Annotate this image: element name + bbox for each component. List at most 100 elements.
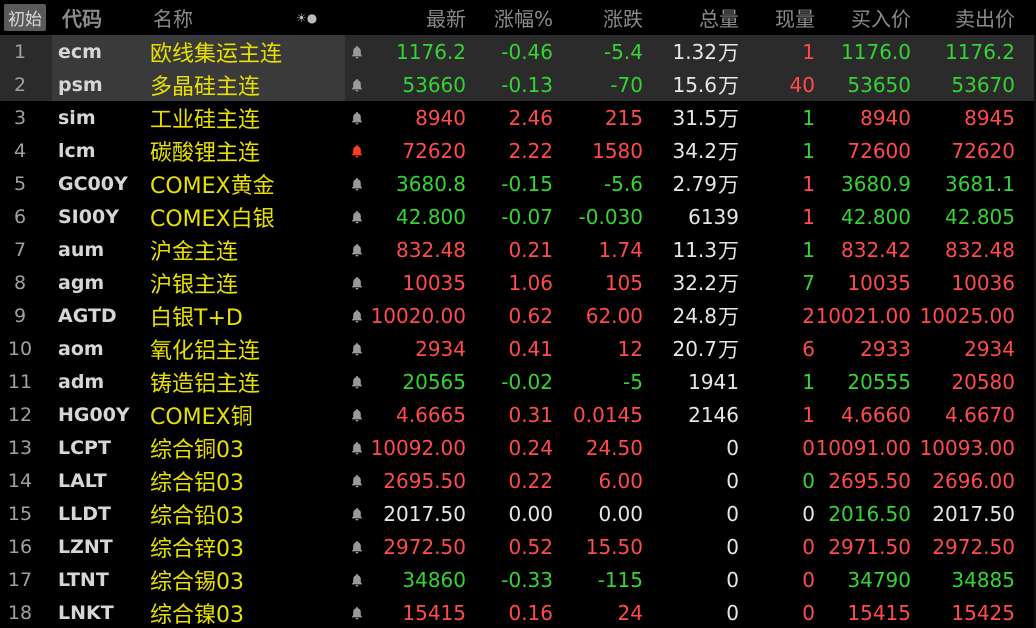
bell-icon[interactable] [346,299,368,332]
table-row[interactable]: 13 LCPT 综合铜03 10092.00 0.24 24.50 0 10091.00 100… [0,431,1036,464]
row-current-volume: 0 [802,534,815,559]
row-total-volume: 0 [645,431,739,464]
row-total-volume: 2146 [645,398,739,431]
row-total-volume-unit: 万 [718,139,739,164]
row-name: 综合铝03 [150,470,244,496]
row-last-price: 8940 [415,105,466,130]
reset-button[interactable]: 初始 [4,4,46,31]
bell-icon[interactable] [346,398,368,431]
row-bid-price: 2971.50 [828,534,911,559]
row-change-pct: 0.52 [508,534,553,559]
row-name: COMEX黄金 [150,173,275,199]
row-code: HG00Y [58,403,130,426]
row-index: 2 [13,73,27,96]
bell-icon[interactable] [346,266,368,299]
row-last-price: 10035 [402,270,466,295]
bell-icon[interactable] [346,233,368,266]
table-row[interactable]: 10 aom 氧化铝主连 2934 0.41 12 6 2933 2934 20.7 万 [0,332,1036,365]
header-status-icons[interactable]: ☀● [296,0,336,35]
bell-alert-icon[interactable] [346,134,368,167]
header-code[interactable]: 代码 [56,0,142,35]
bell-icon[interactable] [346,464,368,497]
row-total-volume-value: 34.2 [672,138,717,163]
bell-icon[interactable] [346,365,368,398]
row-ask-price: 72620 [951,138,1015,163]
row-change: 15.50 [585,534,643,559]
row-current-volume: 0 [802,600,815,625]
bell-icon[interactable] [346,101,368,134]
header-name[interactable]: 名称 [150,0,283,35]
table-row[interactable]: 11 adm 铸造铝主连 20565 -0.02 -5 1 20555 20580 1941 [0,365,1036,398]
row-current-volume: 1 [802,402,815,427]
table-row[interactable]: 6 SI00Y COMEX白银 42.800 -0.07 -0.030 1 42.800 42.… [0,200,1036,233]
bell-icon[interactable] [346,431,368,464]
header-last[interactable]: 最新 [368,0,466,35]
bell-icon[interactable] [346,332,368,365]
row-bid-price: 20555 [847,369,911,394]
bell-icon[interactable] [346,530,368,563]
row-total-volume: 0 [645,530,739,563]
table-row[interactable]: 12 HG00Y COMEX铜 4.6665 0.31 0.0145 1 4.6660 4.66… [0,398,1036,431]
row-name: 综合镍03 [150,602,244,628]
row-index: 6 [13,205,27,228]
table-row[interactable]: 3 sim 工业硅主连 8940 2.46 215 1 8940 8945 31.5 万 [0,101,1036,134]
row-current-volume: 7 [802,270,815,295]
row-total-volume: 34.2 万 [645,134,739,167]
table-row[interactable]: 14 LALT 综合铝03 2695.50 0.22 6.00 0 2695.50 2696.0… [0,464,1036,497]
row-total-volume-unit: 万 [718,337,739,362]
table-row[interactable]: 9 AGTD 白银T+D 10020.00 0.62 62.00 2 10021.00 1002… [0,299,1036,332]
row-total-volume-value: 0 [726,501,739,526]
row-bid-price: 4.6660 [841,402,911,427]
bell-icon[interactable] [346,35,368,68]
table-row[interactable]: 18 LNKT 综合镍03 15415 0.16 24 0 15415 15425 0 [0,596,1036,628]
header-ask[interactable]: 卖出价 [913,0,1015,35]
row-name: 沪金主连 [150,239,239,265]
row-change: 1580 [592,138,643,163]
row-ask-price: 832.48 [945,237,1015,262]
table-row[interactable]: 5 GC00Y COMEX黄金 3680.8 -0.15 -5.6 1 3680.9 3681.… [0,167,1036,200]
row-last-price: 53660 [402,72,466,97]
row-change-pct: -0.46 [501,39,553,64]
header-pct[interactable]: 涨幅% [468,0,553,35]
row-total-volume-unit: 万 [718,172,739,197]
table-row[interactable]: 2 psm 多晶硅主连 53660 -0.13 -70 40 53650 53670 15.6 万 [0,68,1036,101]
table-row[interactable]: 4 lcm 碳酸锂主连 72620 2.22 1580 1 72600 72620 34.2 万 [0,134,1036,167]
bell-icon[interactable] [346,497,368,530]
bell-icon[interactable] [346,596,368,628]
row-ask-price: 2972.50 [932,534,1015,559]
row-current-volume: 1 [802,171,815,196]
row-ask-price: 34885 [951,567,1015,592]
row-total-volume-unit: 万 [718,271,739,296]
bell-icon[interactable] [346,167,368,200]
row-name: 综合铅03 [150,503,244,529]
row-ask-price: 1176.2 [945,39,1015,64]
header-current[interactable]: 现量 [741,0,815,35]
row-index: 16 [7,535,33,558]
table-row[interactable]: 7 aum 沪金主连 832.48 0.21 1.74 1 832.42 832.48 11.3 万 [0,233,1036,266]
row-total-volume-value: 11.3 [672,237,717,262]
row-change: -5 [623,369,643,394]
header-change[interactable]: 涨跌 [555,0,643,35]
row-current-volume: 1 [802,204,815,229]
row-change-pct: -0.02 [501,369,553,394]
bell-icon[interactable] [346,68,368,101]
row-last-price: 20565 [402,369,466,394]
row-current-volume: 6 [802,336,815,361]
table-row[interactable]: 15 LLDT 综合铅03 2017.50 0.00 0.00 0 2016.50 2017.5… [0,497,1036,530]
row-total-volume-value: 1941 [688,369,739,394]
table-row[interactable]: 17 LTNT 综合锡03 34860 -0.33 -115 0 34790 34885 0 [0,563,1036,596]
header-bid[interactable]: 买入价 [815,0,911,35]
row-name: 铸造铝主连 [150,371,261,397]
row-bid-price: 72600 [847,138,911,163]
row-bid-price: 42.800 [841,204,911,229]
row-name: 沪银主连 [150,272,239,298]
table-row[interactable]: 1 ecm 欧线集运主连 1176.2 -0.46 -5.4 1 1176.0 1176.2 1.… [0,35,1036,68]
table-row[interactable]: 8 agm 沪银主连 10035 1.06 105 7 10035 10036 32.2 万 [0,266,1036,299]
bell-icon[interactable] [346,563,368,596]
row-bid-price: 10091.00 [815,435,911,460]
row-change: -5.4 [603,39,643,64]
header-volume[interactable]: 总量 [645,0,739,35]
bell-icon[interactable] [346,200,368,233]
row-change-pct: -0.33 [501,567,553,592]
table-row[interactable]: 16 LZNT 综合锌03 2972.50 0.52 15.50 0 2971.50 2972.… [0,530,1036,563]
